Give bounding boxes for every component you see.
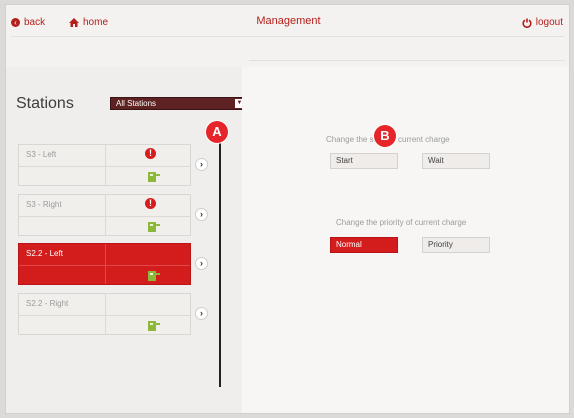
station-name: S3 - Left [26, 150, 57, 159]
chevron-right-icon[interactable]: › [195, 307, 208, 320]
warning-icon: ! [145, 198, 156, 209]
priority-button[interactable]: Priority [422, 237, 490, 253]
station-item-selected[interactable]: S2.2 - Left › [18, 243, 208, 285]
logout-label: logout [535, 17, 563, 28]
station-filter-value: All Stations [116, 99, 157, 108]
app-frame: ‹ back home Management logout Stations A… [5, 4, 570, 414]
priority-section-label: Change the priority of current charge [336, 218, 467, 227]
stations-title: Stations [16, 95, 74, 112]
charger-plug-icon [148, 321, 160, 331]
start-button[interactable]: Start [330, 153, 398, 169]
station-name: S2.2 - Left [26, 249, 63, 258]
station-name: S3 - Right [26, 200, 62, 209]
station-item[interactable]: S3 - Left ! › [18, 144, 208, 186]
charger-plug-icon [148, 271, 160, 281]
normal-button[interactable]: Normal [330, 237, 398, 253]
charger-plug-icon [148, 172, 160, 182]
station-filter-select[interactable]: All Stations ▼ [110, 97, 247, 110]
stations-panel: Stations All Stations ▼ S3 - Left ! › S3… [6, 67, 247, 413]
header-divider [11, 36, 564, 37]
annotation-badge-b: B [374, 125, 396, 147]
station-divider [105, 244, 106, 284]
warning-icon: ! [145, 148, 156, 159]
station-divider [105, 195, 106, 235]
station-divider [19, 166, 190, 167]
station-divider [19, 265, 190, 266]
top-bar: ‹ back home Management logout [6, 5, 569, 43]
annotation-badge-a: A [206, 121, 228, 143]
logout-link[interactable]: logout [522, 17, 563, 28]
charger-plug-icon [148, 222, 160, 232]
power-icon [522, 18, 532, 28]
controls-panel: Change the state of current charge Start… [242, 67, 569, 413]
station-divider [19, 315, 190, 316]
station-divider [19, 216, 190, 217]
station-name: S2.2 - Right [26, 299, 69, 308]
page-title: Management [256, 15, 321, 27]
station-divider [105, 145, 106, 185]
station-item[interactable]: S2.2 - Right › [18, 293, 208, 335]
station-item[interactable]: S3 - Right ! › [18, 194, 208, 236]
chevron-right-icon[interactable]: › [195, 208, 208, 221]
chevron-right-icon[interactable]: › [195, 158, 208, 171]
chevron-right-icon[interactable]: › [195, 257, 208, 270]
right-divider [249, 60, 565, 61]
wait-button[interactable]: Wait [422, 153, 490, 169]
station-divider [105, 294, 106, 334]
scroll-line [219, 125, 221, 387]
